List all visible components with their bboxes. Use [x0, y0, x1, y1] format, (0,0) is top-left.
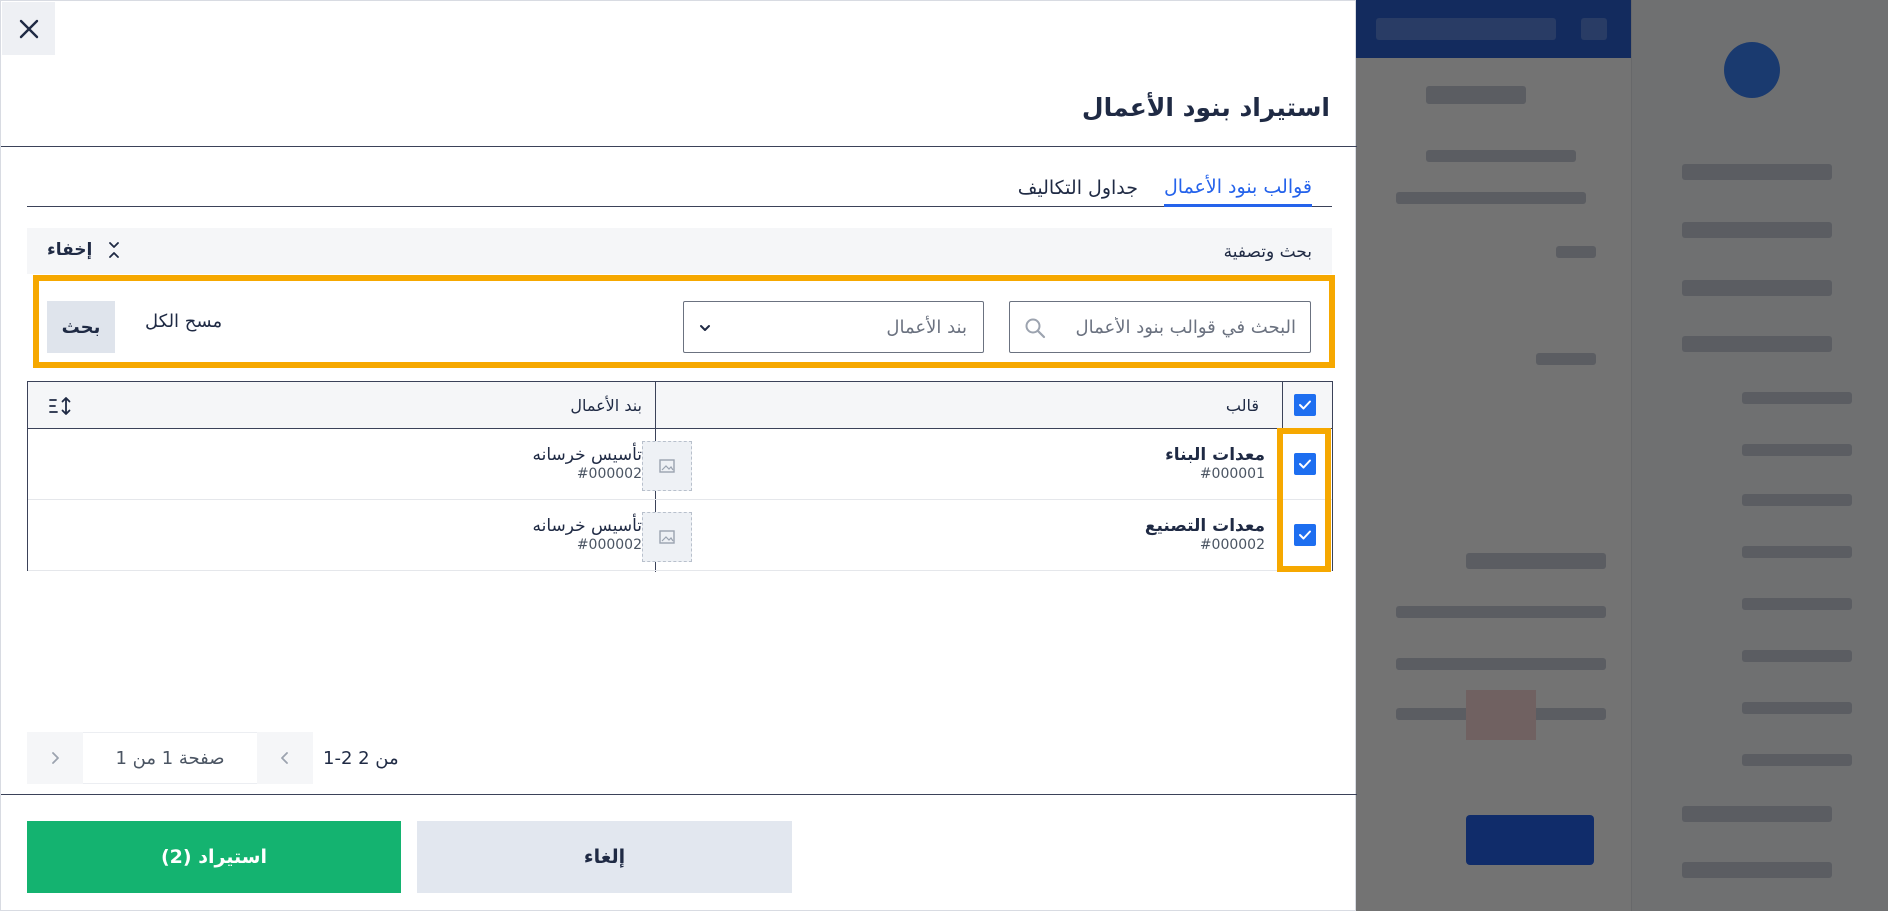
work-item-code: #000002: [576, 466, 642, 482]
table-row[interactable]: معدات البناء #000001 تأسيس خرسانه #00000…: [28, 429, 1332, 500]
image-placeholder-icon: [659, 530, 675, 544]
template-cell: معدات التصنيع #000002: [1145, 516, 1265, 554]
page-indicator: صفحة 1 من 1: [83, 732, 257, 784]
chevron-down-icon: [700, 325, 710, 331]
select-all-checkbox[interactable]: [1294, 394, 1316, 416]
checkbox-highlight: [1277, 428, 1331, 572]
sort-icon[interactable]: [48, 396, 74, 416]
filter-header: بحث وتصفية إخفاء: [27, 228, 1332, 274]
work-item-cell: تأسيس خرسانه #000002: [532, 445, 642, 483]
template-code: #000002: [1199, 537, 1265, 553]
check-icon: [1299, 400, 1311, 410]
chevron-right-icon: [52, 752, 59, 764]
item-thumbnail: [642, 441, 692, 491]
search-input[interactable]: [1048, 302, 1310, 352]
chevron-left-icon: [281, 752, 288, 764]
search-button[interactable]: بحث: [47, 301, 115, 353]
search-field: [1009, 301, 1311, 353]
clear-all-button[interactable]: مسح الكل: [145, 311, 222, 332]
filter-panel: بند الأعمال مسح الكل بحث: [33, 275, 1335, 368]
import-button[interactable]: استيراد (2): [27, 821, 401, 893]
work-item-name: تأسيس خرسانه: [532, 516, 642, 536]
footer-divider: [1, 794, 1357, 795]
column-header-template: قالب: [1225, 396, 1259, 415]
image-placeholder-icon: [659, 459, 675, 473]
item-thumbnail: [642, 512, 692, 562]
close-icon: [19, 19, 38, 38]
tab-bar: قوالب بنود الأعمال جداول التكاليف: [27, 169, 1332, 207]
tab-work-item-templates[interactable]: قوالب بنود الأعمال: [1163, 169, 1312, 207]
import-dialog: استيراد بنود الأعمال قوالب بنود الأعمال …: [0, 0, 1357, 911]
collapse-icon: [109, 242, 120, 258]
column-header-work-item: بند الأعمال: [570, 396, 642, 415]
hide-label: إخفاء: [47, 240, 93, 260]
modal-backdrop[interactable]: [1356, 0, 1888, 911]
work-item-select[interactable]: بند الأعمال: [683, 301, 984, 353]
table-header: قالب بند الأعمال: [28, 382, 1332, 429]
cancel-button[interactable]: إلغاء: [417, 821, 792, 893]
prev-page-button[interactable]: [257, 732, 313, 784]
template-name: معدات البناء: [1165, 445, 1265, 465]
templates-table: قالب بند الأعمال معدات البناء #000001 تأ…: [27, 381, 1333, 572]
results-count: 1-2 من 2: [323, 747, 399, 769]
table-row[interactable]: معدات التصنيع #000002 تأسيس خرسانه #0000…: [28, 500, 1332, 571]
search-icon: [1025, 318, 1046, 339]
column-divider: [1282, 382, 1283, 429]
hide-filters-toggle[interactable]: إخفاء: [47, 240, 120, 260]
filter-section-title: بحث وتصفية: [1223, 242, 1312, 262]
header-divider: [1, 146, 1357, 147]
work-item-code: #000002: [576, 537, 642, 553]
template-cell: معدات البناء #000001: [1165, 445, 1265, 483]
work-item-name: تأسيس خرسانه: [532, 445, 642, 465]
pagination: صفحة 1 من 1 1-2 من 2: [27, 732, 399, 784]
next-page-button[interactable]: [27, 732, 83, 784]
tab-cost-tables[interactable]: جداول التكاليف: [1018, 169, 1138, 207]
close-button[interactable]: [2, 2, 55, 55]
template-name: معدات التصنيع: [1144, 516, 1265, 536]
work-item-cell: تأسيس خرسانه #000002: [532, 516, 642, 554]
template-code: #000001: [1199, 466, 1265, 482]
work-item-select-label: بند الأعمال: [886, 317, 967, 338]
dialog-title: استيراد بنود الأعمال: [1081, 93, 1330, 122]
